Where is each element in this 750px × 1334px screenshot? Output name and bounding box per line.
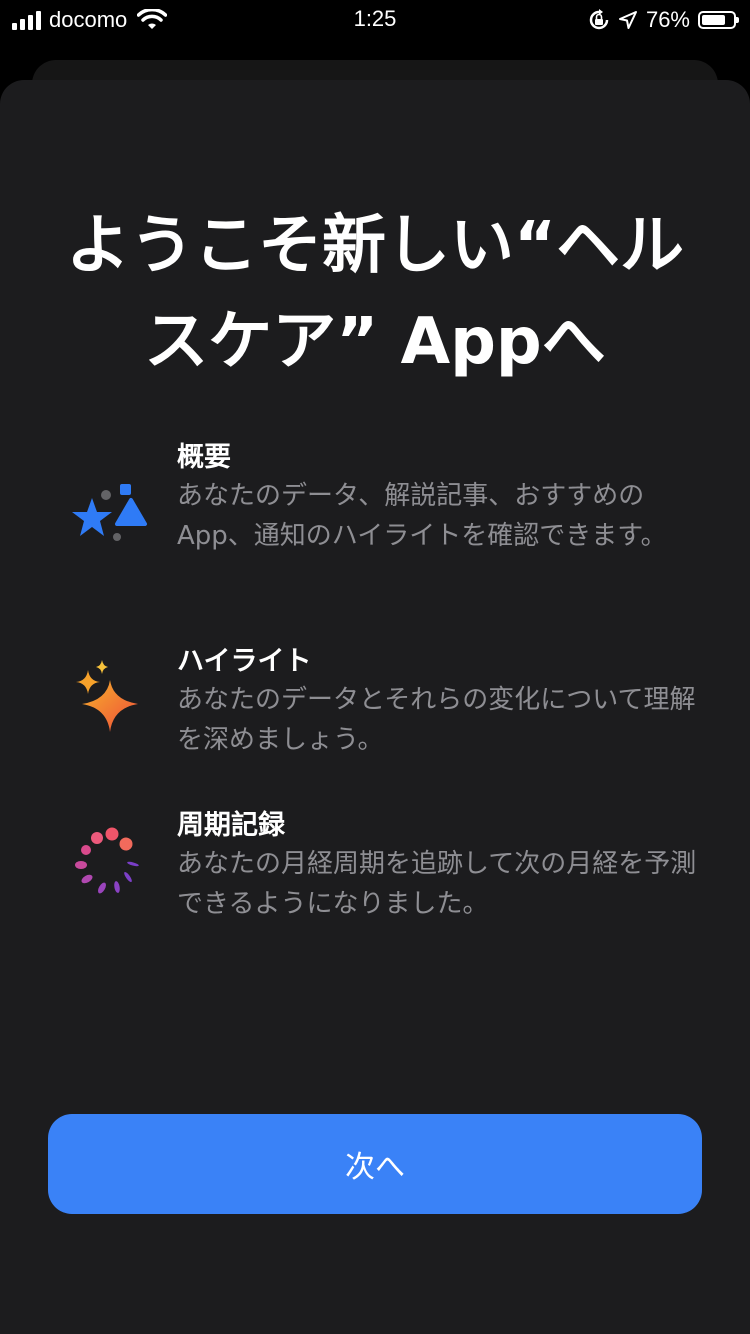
feature-title: 周期記録 <box>177 810 285 841</box>
feature-text: ハイライト あなたのデータとそれらの変化について理解を深めましょう。 <box>177 644 697 760</box>
feature-text: 周期記録 あなたの月経周期を追跡して次の月経を予測できるようになりました。 <box>177 808 697 924</box>
page-title: ようこそ新しい“ヘルスケア” Appへ <box>65 209 685 379</box>
feature-description: あなたのデータ、解説記事、おすすめのApp、通知のハイライトを確認できます。 <box>177 481 667 551</box>
feature-text: 概要 あなたのデータ、解説記事、おすすめのApp、通知のハイライトを確認できます… <box>177 440 697 556</box>
status-right: 76% <box>588 6 739 34</box>
battery-percent: 76% <box>645 7 690 32</box>
summary-icon <box>72 484 147 541</box>
feature-description: あなたのデータとそれらの変化について理解を深めましょう。 <box>177 685 696 755</box>
status-bar: docomo 1:25 76% <box>0 0 750 40</box>
feature-title: 概要 <box>177 442 231 473</box>
battery-icon <box>698 11 739 29</box>
cycle-tracking-icon <box>75 827 139 894</box>
battery-fill <box>702 15 725 25</box>
rotation-lock-icon <box>589 9 609 30</box>
next-button[interactable]: 次へ <box>48 1114 702 1214</box>
location-icon <box>618 11 637 29</box>
feature-description: あなたの月経周期を追跡して次の月経を予測できるようになりました。 <box>177 849 697 919</box>
sparkle-icon <box>76 660 138 732</box>
feature-title: ハイライト <box>177 646 312 677</box>
